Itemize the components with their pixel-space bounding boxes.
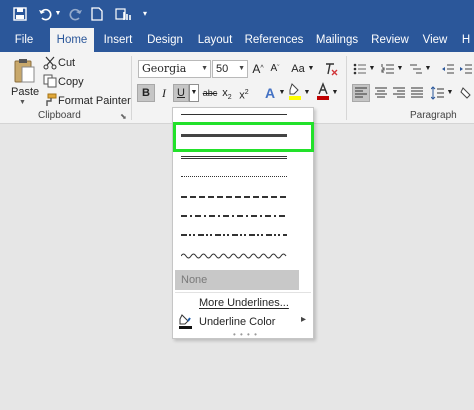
superscript-button[interactable]: x2 bbox=[237, 84, 251, 102]
tab-mailings[interactable]: Mailings bbox=[312, 28, 362, 52]
chevron-down-icon[interactable]: ▼ bbox=[201, 61, 208, 77]
menu-separator bbox=[175, 292, 311, 293]
more-underlines-item[interactable]: More Underlines... bbox=[199, 297, 289, 309]
strikethrough-label: abc bbox=[202, 88, 218, 98]
underline-style-single[interactable] bbox=[173, 108, 313, 120]
underline-style-wave[interactable] bbox=[173, 246, 313, 264]
underline-style-dash-dot[interactable] bbox=[173, 206, 313, 224]
line-spacing-dropdown-icon[interactable]: ▼ bbox=[446, 84, 454, 102]
italic-button[interactable]: I bbox=[157, 84, 171, 102]
clipboard-launcher-icon[interactable]: ⬊ bbox=[120, 110, 127, 124]
font-size-combo[interactable]: 50 ▼ bbox=[212, 60, 248, 78]
shrink-font-button[interactable]: Aˇ bbox=[268, 60, 282, 78]
change-case-dropdown-icon[interactable]: ▼ bbox=[307, 60, 315, 78]
subscript-mark: 2 bbox=[227, 94, 232, 102]
shading-icon[interactable] bbox=[460, 84, 474, 102]
underline-label: U bbox=[177, 87, 185, 99]
copy-icon bbox=[43, 74, 57, 88]
grow-font-arrow-icon: ^ bbox=[260, 65, 264, 72]
paste-button[interactable]: Paste bbox=[11, 86, 39, 98]
wave-line-icon bbox=[181, 253, 287, 259]
multilevel-list-icon[interactable] bbox=[408, 60, 424, 78]
font-name-combo[interactable]: Georgia ▼ bbox=[138, 60, 211, 78]
cut-button[interactable]: Cut bbox=[58, 56, 75, 70]
tab-view[interactable]: View bbox=[420, 28, 450, 52]
scissors-icon bbox=[43, 56, 57, 70]
tab-review[interactable]: Review bbox=[370, 28, 410, 52]
align-left-icon[interactable] bbox=[352, 84, 370, 102]
bold-button[interactable]: B bbox=[137, 84, 155, 102]
tab-design[interactable]: Design bbox=[144, 28, 186, 52]
tab-layout[interactable]: Layout bbox=[194, 28, 236, 52]
numbering-icon[interactable] bbox=[380, 60, 396, 78]
copy-button[interactable]: Copy bbox=[58, 75, 84, 89]
undo-icon[interactable] bbox=[37, 5, 53, 23]
underline-none-option[interactable]: None bbox=[175, 270, 299, 290]
save-icon[interactable] bbox=[10, 5, 30, 23]
underline-style-dotted[interactable] bbox=[173, 170, 313, 188]
tab-help[interactable]: H bbox=[458, 28, 474, 52]
font-color-dropdown-icon[interactable]: ▼ bbox=[331, 84, 339, 102]
title-bar: ▼ ▾ bbox=[0, 0, 474, 28]
bullets-dropdown-icon[interactable]: ▼ bbox=[368, 60, 376, 78]
underline-button[interactable]: U bbox=[173, 84, 189, 102]
group-separator bbox=[131, 56, 132, 120]
new-document-icon[interactable] bbox=[90, 5, 104, 23]
touch-mode-icon[interactable] bbox=[114, 5, 132, 23]
group-separator bbox=[346, 56, 347, 120]
resize-grip-icon[interactable]: • • • • bbox=[233, 330, 258, 339]
italic-label: I bbox=[162, 86, 166, 100]
format-painter-icon bbox=[43, 93, 57, 107]
superscript-mark: 2 bbox=[244, 89, 249, 96]
redo-icon[interactable] bbox=[68, 5, 84, 23]
tab-references[interactable]: References bbox=[244, 28, 304, 52]
submenu-arrow-icon: ▸ bbox=[301, 314, 307, 325]
shrink-font-arrow-icon: ˇ bbox=[277, 65, 280, 72]
increase-indent-icon[interactable] bbox=[458, 60, 474, 78]
ribbon-tabs: File Home Insert Design Layout Reference… bbox=[0, 28, 474, 52]
underline-dropdown-button[interactable]: ▼ bbox=[189, 84, 199, 102]
decrease-indent-icon[interactable] bbox=[440, 60, 456, 78]
underline-color-item[interactable]: Underline Color bbox=[199, 316, 275, 328]
clipboard-paste-icon[interactable] bbox=[13, 57, 35, 85]
tab-insert[interactable]: Insert bbox=[100, 28, 136, 52]
bold-label: B bbox=[142, 87, 150, 99]
underline-style-double[interactable] bbox=[173, 152, 313, 170]
clear-formatting-icon[interactable] bbox=[323, 60, 339, 78]
grow-font-button[interactable]: A^ bbox=[251, 60, 265, 78]
tab-home[interactable]: Home bbox=[50, 28, 94, 52]
justify-icon[interactable] bbox=[409, 84, 425, 102]
text-effects-dropdown-icon[interactable]: ▼ bbox=[278, 84, 286, 102]
align-center-icon[interactable] bbox=[373, 84, 389, 102]
highlight-dropdown-icon[interactable]: ▼ bbox=[303, 84, 311, 102]
underline-color-icon bbox=[178, 313, 194, 329]
multilevel-dropdown-icon[interactable]: ▼ bbox=[424, 60, 432, 78]
align-right-icon[interactable] bbox=[391, 84, 407, 102]
selected-style-highlight bbox=[173, 122, 314, 152]
font-size-value: 50 bbox=[216, 63, 229, 75]
highlighter-icon[interactable] bbox=[288, 82, 302, 102]
numbering-dropdown-icon[interactable]: ▼ bbox=[396, 60, 404, 78]
tab-file[interactable]: File bbox=[8, 28, 40, 52]
chevron-down-icon[interactable]: ▼ bbox=[238, 61, 245, 77]
underline-style-dash-dot-dot[interactable] bbox=[173, 224, 313, 242]
font-name-value: Georgia bbox=[142, 62, 187, 75]
paste-dropdown-icon[interactable]: ▼ bbox=[19, 99, 26, 106]
subscript-button[interactable]: x2 bbox=[220, 84, 234, 102]
format-painter-button[interactable]: Format Painter bbox=[58, 94, 131, 108]
change-case-label: Aa bbox=[291, 63, 305, 75]
clipboard-group-label: Clipboard bbox=[38, 110, 81, 121]
underline-style-dashed[interactable] bbox=[173, 188, 313, 206]
chevron-down-icon: ▼ bbox=[190, 89, 198, 96]
customize-dropdown-icon[interactable]: ▾ bbox=[140, 5, 150, 23]
paragraph-group-label: Paragraph bbox=[410, 110, 457, 121]
line-spacing-icon[interactable] bbox=[430, 84, 446, 102]
undo-dropdown-icon[interactable]: ▼ bbox=[54, 5, 62, 23]
font-color-icon[interactable] bbox=[316, 82, 330, 102]
underline-style-menu: None More Underlines... Underline Color … bbox=[172, 107, 314, 339]
bullets-icon[interactable] bbox=[352, 60, 368, 78]
strikethrough-button[interactable]: abc bbox=[202, 84, 218, 102]
change-case-button[interactable]: Aa bbox=[289, 60, 307, 78]
text-effects-icon[interactable]: A bbox=[262, 84, 278, 102]
